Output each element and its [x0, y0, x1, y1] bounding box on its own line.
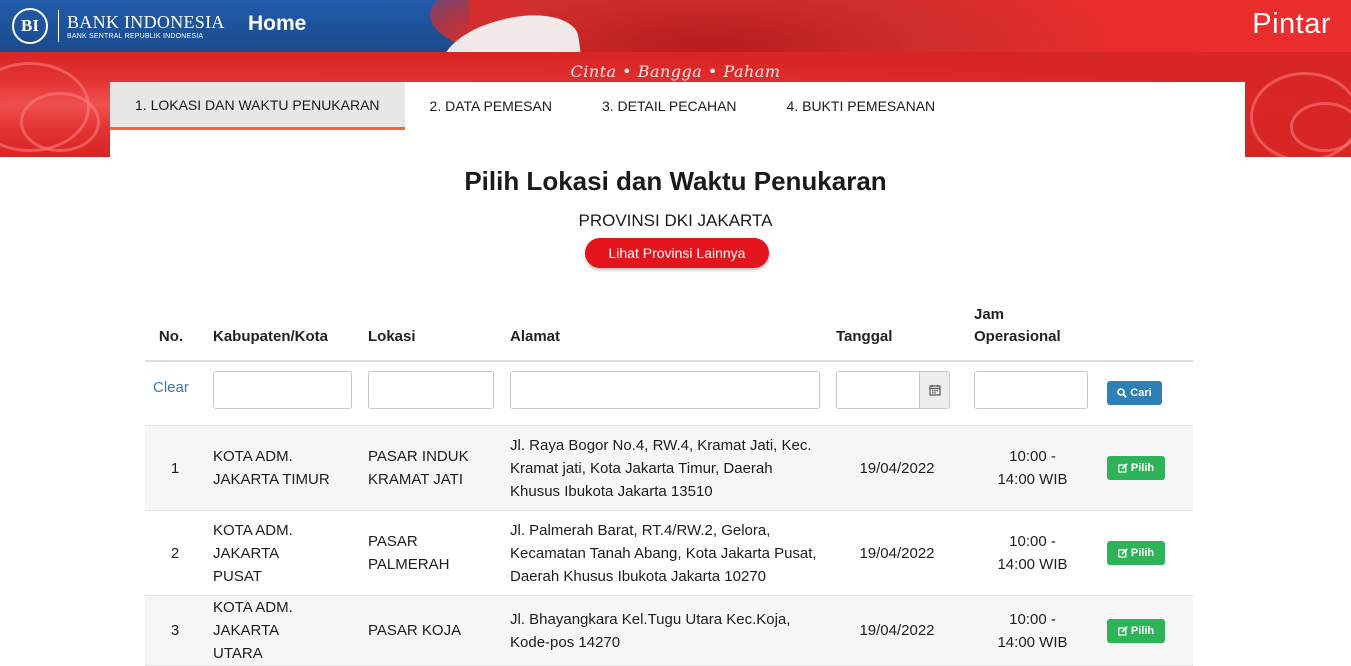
- edit-icon: [1118, 625, 1128, 636]
- jam-filter-cell: [966, 361, 1099, 426]
- edit-icon: [1118, 463, 1128, 473]
- column-header-action: [1099, 300, 1193, 362]
- row-number: 1: [145, 425, 205, 511]
- row-kota: KOTA ADM. JAKARTA UTARA: [205, 595, 360, 666]
- row-tanggal: 19/04/2022: [828, 595, 966, 666]
- row-action-cell: Pilih: [1099, 425, 1193, 511]
- alamat-filter-input[interactable]: [510, 371, 820, 409]
- tab-lokasi-waktu[interactable]: 1. LOKASI DAN WAKTU PENUKARAN: [110, 82, 405, 130]
- top-header: BI BANK INDONESIA BANK SENTRAL REPUBLIK …: [0, 0, 1351, 52]
- app-name-logo: Pintar: [1252, 8, 1331, 40]
- banner-tagline: Cinta • Bangga • Paham: [570, 62, 781, 81]
- row-lokasi: PASAR PALMERAH: [360, 510, 502, 596]
- row-number: 3: [145, 595, 205, 666]
- tab-data-pemesan[interactable]: 2. DATA PEMESAN: [405, 82, 577, 130]
- tanggal-filter-cell: [828, 361, 966, 426]
- date-filter-group: [836, 371, 958, 409]
- tanggal-filter-input[interactable]: [836, 371, 920, 409]
- table-row: 2 KOTA ADM. JAKARTA PUSAT PASAR PALMERAH Jl…: [145, 510, 1193, 596]
- lokasi-filter-cell: [360, 361, 502, 426]
- kota-filter-input[interactable]: [213, 371, 352, 409]
- brand-subtitle: BANK SENTRAL REPUBLIK INDONESIA: [67, 32, 204, 40]
- pilih-button-label: Pilih: [1130, 462, 1155, 474]
- bi-emblem-icon: BI: [12, 8, 48, 44]
- row-action-cell: Pilih: [1099, 595, 1193, 666]
- row-action-cell: Pilih: [1099, 510, 1193, 596]
- logo-text: BANK INDONESIA BANK SENTRAL REPUBLIK IND…: [67, 12, 225, 41]
- row-jam: 10:00 - 14:00 WIB: [966, 595, 1099, 666]
- row-kota: KOTA ADM. JAKARTA PUSAT: [205, 510, 360, 596]
- lokasi-filter-input[interactable]: [368, 371, 494, 409]
- clear-filter-link[interactable]: Clear: [153, 379, 197, 396]
- row-number: 2: [145, 510, 205, 596]
- pilih-button[interactable]: Pilih: [1107, 618, 1165, 643]
- search-button-label: Cari: [1130, 387, 1152, 399]
- column-header-kota: Kabupaten/Kota: [205, 300, 360, 362]
- page-title: Pilih Lokasi dan Waktu Penukaran: [464, 166, 887, 196]
- step-tabs: 1. LOKASI DAN WAKTU PENUKARAN 2. DATA PE…: [110, 82, 1245, 130]
- location-rows: 1 KOTA ADM. JAKARTA TIMUR PASAR INDUK KRAM…: [145, 425, 1193, 666]
- step-navigation: 1. LOKASI DAN WAKTU PENUKARAN 2. DATA PE…: [110, 82, 1245, 157]
- tab-bukti-pemesanan[interactable]: 4. BUKTI PEMESANAN: [762, 82, 961, 130]
- search-button[interactable]: Cari: [1107, 381, 1162, 405]
- pilih-button[interactable]: Pilih: [1107, 541, 1165, 565]
- logo-divider: [58, 10, 59, 42]
- row-lokasi: PASAR INDUK KRAMAT JATI: [360, 425, 502, 511]
- search-icon: [1117, 388, 1128, 398]
- column-header-no: No.: [145, 300, 205, 362]
- tab-detail-pecahan[interactable]: 3. DETAIL PECAHAN: [577, 82, 762, 130]
- jam-header-line2: Operasional: [974, 328, 1061, 345]
- kota-filter-cell: [205, 361, 360, 426]
- bank-indonesia-logo[interactable]: BI BANK INDONESIA BANK SENTRAL REPUBLIK …: [12, 8, 225, 44]
- pilih-button-label: Pilih: [1130, 547, 1155, 559]
- cloud-ornament: [1290, 102, 1351, 152]
- other-province-button[interactable]: Lihat Provinsi Lainnya: [585, 238, 769, 268]
- column-header-tanggal: Tanggal: [828, 300, 966, 362]
- row-tanggal: 19/04/2022: [828, 510, 966, 596]
- row-jam: 10:00 - 14:00 WIB: [966, 510, 1099, 596]
- cloud-ornament: [20, 92, 100, 152]
- row-lokasi: PASAR KOJA: [360, 595, 502, 666]
- location-table-container: No. Kabupaten/Kota Lokasi Alamat Tanggal…: [145, 300, 1193, 666]
- row-alamat: Jl. Palmerah Barat, RT.4/RW.2, Gelora, K…: [502, 510, 828, 596]
- brand-name: BANK INDONESIA: [67, 11, 225, 32]
- table-row: 3 KOTA ADM. JAKARTA UTARA PASAR KOJA Jl. Bh…: [145, 595, 1193, 666]
- column-header-alamat: Alamat: [502, 300, 828, 362]
- table-header-row: No. Kabupaten/Kota Lokasi Alamat Tanggal…: [145, 300, 1193, 362]
- calendar-icon[interactable]: [920, 371, 950, 409]
- row-kota: KOTA ADM. JAKARTA TIMUR: [205, 425, 360, 511]
- column-header-lokasi: Lokasi: [360, 300, 502, 362]
- jam-filter-input[interactable]: [974, 371, 1088, 409]
- row-jam: 10:00 - 14:00 WIB: [966, 425, 1099, 511]
- edit-icon: [1118, 548, 1128, 558]
- row-alamat: Jl. Raya Bogor No.4, RW.4, Kramat Jati, …: [502, 425, 828, 511]
- location-table: No. Kabupaten/Kota Lokasi Alamat Tanggal…: [145, 300, 1193, 666]
- row-tanggal: 19/04/2022: [828, 425, 966, 511]
- filter-row: Clear Cari: [145, 361, 1193, 426]
- column-header-jam: Jam Operasional: [966, 300, 1099, 362]
- row-alamat: Jl. Bhayangkara Kel.Tugu Utara Kec.Koja,…: [502, 595, 828, 666]
- jam-header-line1: Jam: [974, 306, 1005, 323]
- pilih-button-label: Pilih: [1130, 624, 1155, 637]
- alamat-filter-cell: [502, 361, 828, 426]
- table-row: 1 KOTA ADM. JAKARTA TIMUR PASAR INDUK KRAM…: [145, 425, 1193, 511]
- clear-cell: Clear: [145, 361, 205, 426]
- search-cell: Cari: [1099, 361, 1193, 426]
- pilih-button[interactable]: Pilih: [1107, 456, 1165, 480]
- province-label: PROVINSI DKI JAKARTA: [578, 211, 773, 230]
- home-link[interactable]: Home: [248, 12, 306, 36]
